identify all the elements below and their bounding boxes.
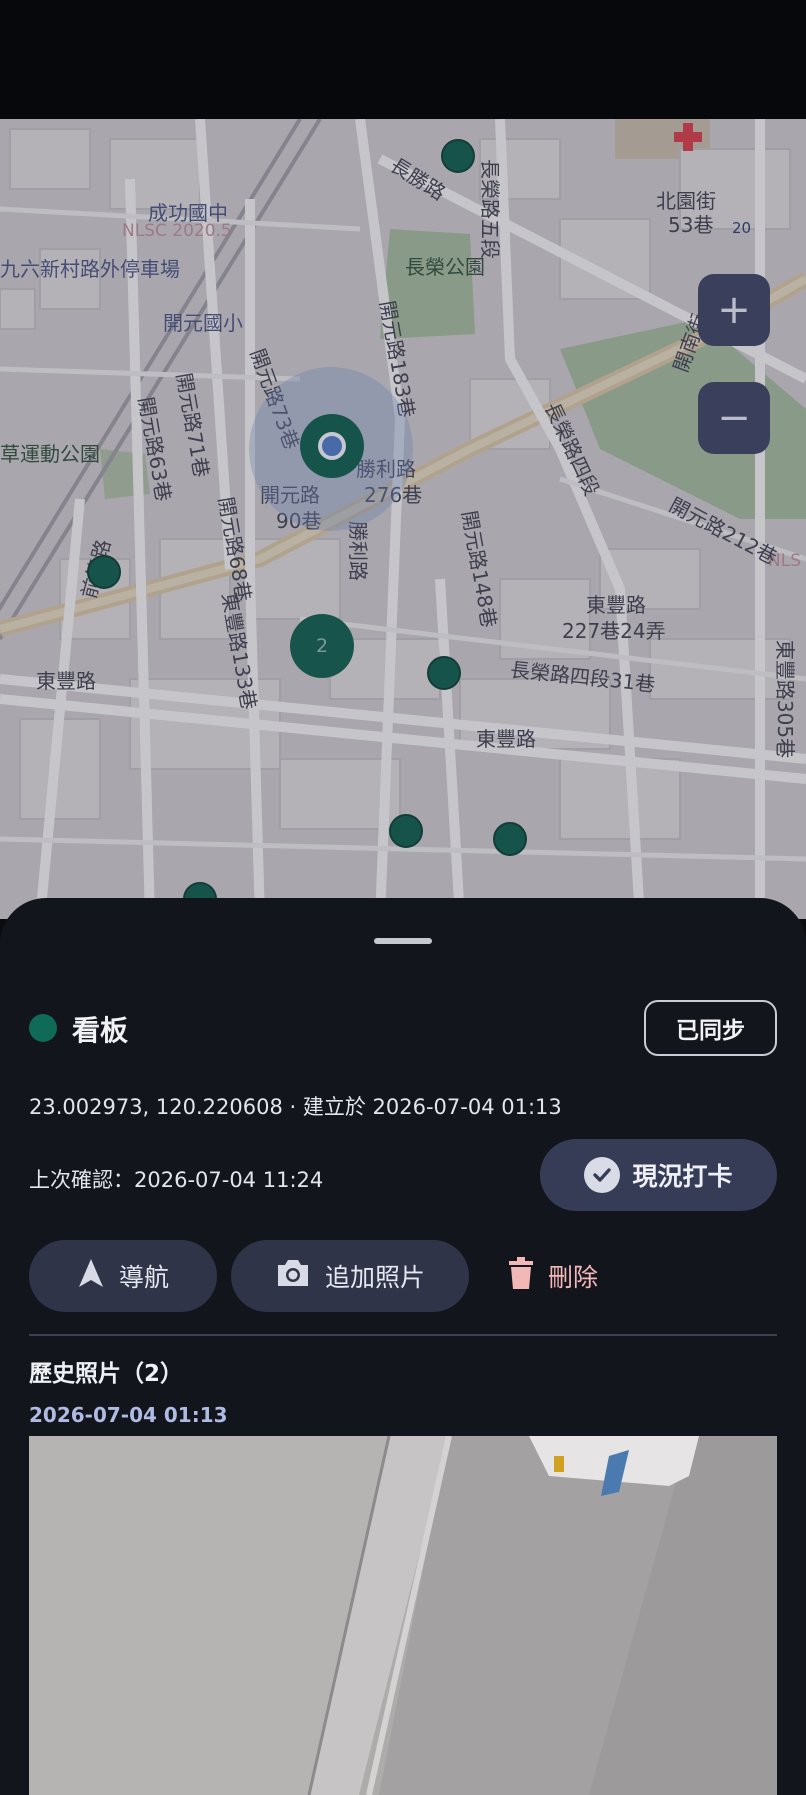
coordinates-text: 23.002973, 120.220608 · 建立於 2026-07-04 0… (29, 1095, 562, 1119)
delete-label: 刪除 (548, 1263, 599, 1292)
history-title: 歷史照片（2） (29, 1361, 184, 1387)
checkin-label: 現況打卡 (632, 1162, 733, 1191)
sync-status-badge: 已同步 (644, 1000, 777, 1056)
status-bar (0, 0, 806, 119)
map-label: 九六新村路外停車場 (0, 257, 180, 281)
add-photo-label: 追加照片 (324, 1263, 425, 1292)
marker-title: 看板 (72, 1014, 129, 1047)
map-label: 開元國小 (163, 311, 243, 335)
map-label: 長榮路五段 (478, 159, 502, 259)
navigation-arrow-icon (77, 1257, 105, 1295)
current-location-marker[interactable] (300, 414, 364, 478)
map-label: 草運動公園 (0, 442, 100, 466)
delete-button[interactable]: 刪除 (508, 1240, 598, 1312)
map-label: 勝利路 (346, 521, 370, 581)
history-photo[interactable] (29, 1436, 777, 1795)
map-marker[interactable] (427, 656, 461, 690)
map-marker[interactable] (493, 822, 527, 856)
drag-handle[interactable] (374, 938, 432, 944)
zoom-out-button[interactable]: − (698, 382, 770, 454)
map-label: 東豐路 (476, 727, 536, 751)
map-label: 成功國中 (148, 201, 228, 225)
location-dot-icon (318, 432, 346, 460)
map-label: 20 (732, 219, 752, 237)
divider (29, 1334, 777, 1336)
navigate-button[interactable]: 導航 (29, 1240, 217, 1312)
map-label: 東豐路 (586, 593, 646, 617)
photo-image (29, 1436, 777, 1795)
map-marker[interactable] (441, 139, 475, 173)
camera-icon (275, 1258, 311, 1294)
trash-icon (508, 1257, 534, 1295)
marker-cluster[interactable]: 2 (290, 614, 354, 678)
map-label: 227巷24弄 (562, 619, 666, 643)
bottom-sheet[interactable]: 看板 已同步 23.002973, 120.220608 · 建立於 2026-… (0, 898, 806, 1795)
map-label: 北園街 (656, 189, 716, 213)
map-view[interactable]: 成功國中 九六新村路外停車場 NLSC 2020.5 NLS 開元國小 長榮公園… (0, 119, 806, 919)
map-label: 53巷 (668, 213, 714, 237)
check-circle-icon (584, 1157, 621, 1193)
map-label: 東豐路 (36, 669, 96, 693)
status-dot-icon (29, 1014, 57, 1042)
photo-date: 2026-07-04 01:13 (29, 1403, 228, 1427)
navigate-label: 導航 (118, 1263, 169, 1292)
map-marker[interactable] (87, 555, 121, 589)
map-label: 東豐路305巷 (773, 639, 798, 759)
map-label: 長榮公園 (405, 255, 485, 279)
map-label: NLSC 2020.5 (122, 221, 232, 241)
zoom-in-button[interactable]: + (698, 274, 770, 346)
add-photo-button[interactable]: 追加照片 (231, 1240, 469, 1312)
checkin-button[interactable]: 現況打卡 (540, 1139, 777, 1211)
map-marker[interactable] (389, 814, 423, 848)
last-check-text: 上次確認：2026-07-04 11:24 (29, 1168, 324, 1192)
